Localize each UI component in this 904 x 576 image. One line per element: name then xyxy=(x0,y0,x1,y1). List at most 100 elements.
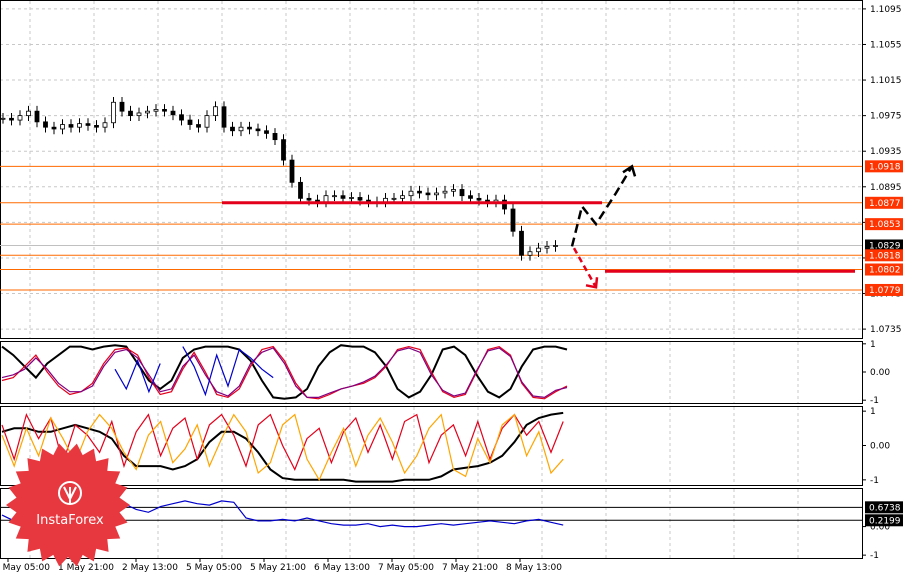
candle-body xyxy=(264,130,269,134)
logo-burst-shape xyxy=(6,443,130,567)
indicator-value-label: 0.2199 xyxy=(869,516,901,526)
forecast-arrow-down xyxy=(572,247,598,288)
candle-body xyxy=(51,126,57,130)
candle-body xyxy=(459,189,465,197)
y-tick-label: 1.0935 xyxy=(870,147,902,157)
candle-body xyxy=(323,195,329,203)
trading-chart: 1.1095 1.1055 1.1015 1.0975 1.0935 1.0895 1.08… xyxy=(0,0,903,573)
indicator-line xyxy=(1,345,568,400)
y-tick-label: -1 xyxy=(870,476,879,486)
y-tick-label: 1 xyxy=(870,407,876,417)
y-tick-label: -1 xyxy=(870,396,879,406)
y-tick-label: 1.1095 xyxy=(870,5,902,15)
candle-body xyxy=(213,106,218,117)
candle-body xyxy=(85,123,91,126)
y-tick-label: 1.0735 xyxy=(870,325,902,335)
candle-body xyxy=(119,101,125,112)
candle-body xyxy=(60,124,65,130)
candle-body xyxy=(510,208,516,232)
candle-body xyxy=(519,230,524,256)
candle-body xyxy=(102,122,108,128)
candle-body xyxy=(238,126,244,132)
candle-body xyxy=(77,123,82,128)
price-tag-label: 1.0779 xyxy=(869,286,901,296)
candle-body xyxy=(349,197,354,199)
forecast-arrow-up xyxy=(570,165,634,247)
candle-body xyxy=(43,121,48,128)
oscillator-pane-1 xyxy=(1,344,568,400)
time-axis: 1 May 05:00 1 May 21:00 2 May 13:00 5 May 0… xyxy=(0,558,562,573)
candle-body xyxy=(68,124,74,128)
x-tick-label: 2 May 13:00 xyxy=(122,563,178,573)
logo-text: InstaForex xyxy=(36,513,104,528)
pane-frame xyxy=(0,0,863,339)
price-pane xyxy=(0,96,862,291)
candle-body xyxy=(442,190,448,194)
candle-body xyxy=(306,197,312,201)
candle-body xyxy=(332,195,337,198)
price-tag-label: 1.0918 xyxy=(869,162,901,172)
x-tick-label: 5 May 21:00 xyxy=(250,563,306,573)
candle-body xyxy=(400,195,405,199)
y-tick-label: 1.0895 xyxy=(870,183,902,193)
candle-body xyxy=(391,197,397,200)
x-tick-label: 8 May 13:00 xyxy=(506,563,562,573)
candle-body xyxy=(298,181,303,199)
candle-body xyxy=(34,110,40,123)
indicator-line xyxy=(1,347,568,399)
candle-body xyxy=(468,195,473,199)
x-tick-label: 7 May 05:00 xyxy=(378,563,434,573)
price-tag-label: 1.0818 xyxy=(869,251,901,261)
pane-borders xyxy=(0,0,863,559)
candle-body xyxy=(230,126,235,132)
candle-body xyxy=(26,110,31,117)
candle-body xyxy=(340,195,346,199)
candle-body xyxy=(145,110,150,114)
candle-body xyxy=(162,109,167,112)
y-tick-label: -1 xyxy=(870,551,879,561)
candle-body xyxy=(247,126,252,130)
candle-body xyxy=(9,117,14,121)
indicator-line xyxy=(1,344,568,400)
candle-body xyxy=(111,101,116,124)
pane-frame xyxy=(0,488,863,559)
x-tick-label: 5 May 05:00 xyxy=(186,563,242,573)
candle-body xyxy=(0,117,6,120)
candle-body xyxy=(417,190,422,194)
candle-body xyxy=(255,128,261,132)
candle-body xyxy=(536,247,541,253)
y-tick-label: 1.0975 xyxy=(870,112,902,122)
candle-body xyxy=(179,114,184,121)
x-tick-label: 1 May 21:00 xyxy=(58,563,114,573)
instaforex-logo: InstaForex xyxy=(6,443,130,567)
candle-body xyxy=(289,159,295,183)
candle-body xyxy=(204,115,210,128)
candle-body xyxy=(553,245,558,247)
candle-body xyxy=(153,109,159,112)
indicator-value-label: 0.6738 xyxy=(869,503,901,513)
candle-body xyxy=(136,112,142,117)
candle-body xyxy=(94,125,99,128)
candle-body xyxy=(425,192,431,196)
candle-body xyxy=(408,190,414,197)
y-tick-label: 0.00 xyxy=(870,368,890,378)
price-tag-label: 1.0802 xyxy=(869,266,901,276)
candle-body xyxy=(170,110,176,116)
chart-grid xyxy=(0,1,862,558)
price-axis: 1.1095 1.1055 1.1015 1.0975 1.0935 1.0895 1.08… xyxy=(862,5,903,561)
x-tick-label: 7 May 21:00 xyxy=(442,563,498,573)
candle-body xyxy=(434,192,439,196)
candle-body xyxy=(544,245,550,249)
indicator-line xyxy=(114,346,274,397)
x-tick-label: 1 May 05:00 xyxy=(0,563,50,573)
y-tick-label: 0.00 xyxy=(870,442,890,452)
candle-body xyxy=(17,115,23,121)
candle-body xyxy=(527,251,533,256)
candle-body xyxy=(196,124,201,128)
pane-frame xyxy=(0,406,863,486)
candle-body xyxy=(451,189,456,192)
candle-body xyxy=(221,106,227,128)
candle-body xyxy=(187,119,193,125)
candle-body xyxy=(272,133,278,141)
x-tick-label: 6 May 13:00 xyxy=(314,563,370,573)
